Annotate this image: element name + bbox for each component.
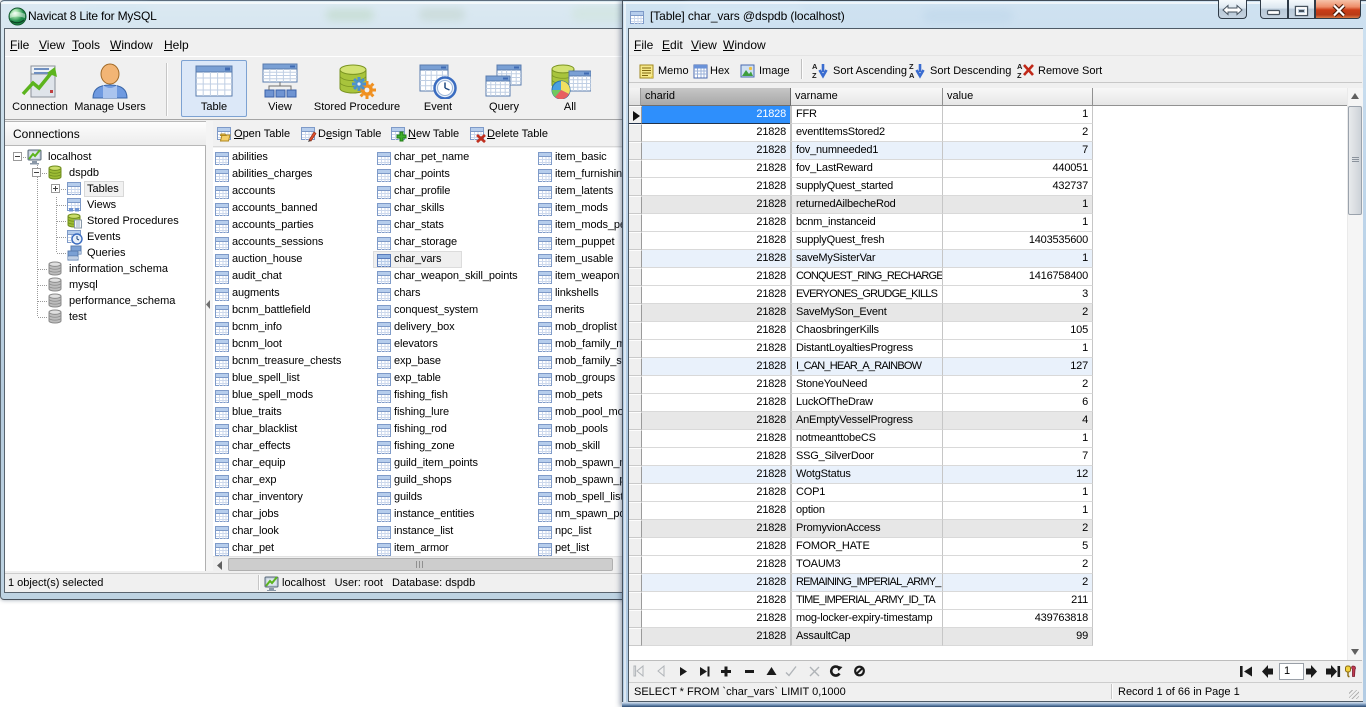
- svg-text:Z: Z: [1017, 71, 1022, 79]
- svg-text:A: A: [909, 71, 915, 79]
- svg-text:Z: Z: [909, 62, 914, 71]
- svg-text:Z: Z: [812, 71, 817, 79]
- svg-text:A: A: [812, 62, 818, 71]
- svg-text:A: A: [1017, 62, 1023, 71]
